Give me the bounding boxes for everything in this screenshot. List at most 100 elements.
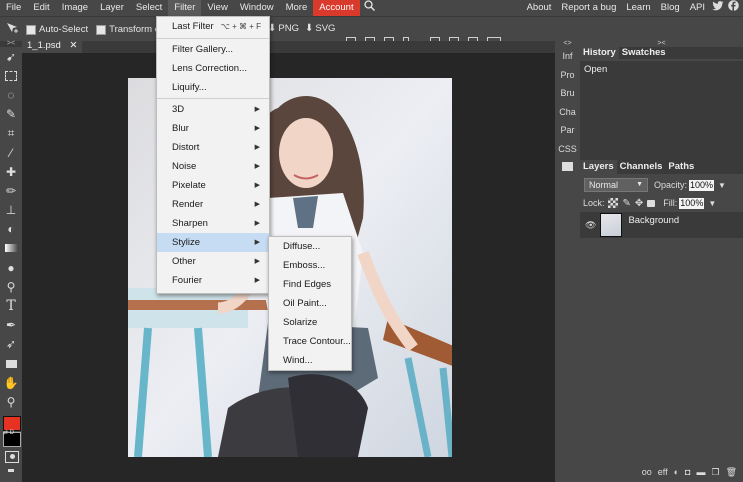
link-report-bug[interactable]: Report a bug — [556, 0, 621, 16]
menu-file[interactable]: File — [0, 0, 27, 16]
tab-channels[interactable]: Channels — [617, 160, 666, 174]
menu-item-render[interactable]: Render ▶ — [157, 195, 269, 214]
zoom-icon[interactable]: ⚲ — [0, 392, 22, 411]
swap-colors-icon[interactable]: ⇄ D — [3, 429, 14, 436]
magic-wand-icon[interactable]: ✎ — [0, 105, 22, 124]
menu-item-noise[interactable]: Noise ▶ — [157, 157, 269, 176]
menu-item-liquify[interactable]: Liquify... — [157, 78, 269, 97]
auto-select-checkbox[interactable] — [26, 24, 36, 35]
path-select-icon[interactable]: ➶ — [0, 335, 22, 354]
rectangle-icon[interactable] — [0, 354, 22, 373]
history-item[interactable]: Open — [580, 61, 743, 78]
tab-layers[interactable]: Layers — [580, 160, 617, 174]
info-panel-button[interactable]: Inf — [555, 47, 580, 66]
tab-swatches[interactable]: Swatches — [619, 47, 669, 59]
transform-controls-checkbox[interactable] — [96, 24, 107, 35]
menu-item-oil-paint[interactable]: Oil Paint... — [269, 294, 351, 313]
trash-icon[interactable]: 🗑 — [726, 467, 737, 478]
brush-panel-button[interactable]: Bru — [555, 84, 580, 103]
menu-item-solarize[interactable]: Solarize — [269, 313, 351, 332]
new-layer-icon[interactable]: ❐ — [711, 467, 719, 478]
paragraph-panel-button[interactable]: Par — [555, 121, 580, 140]
brush-icon[interactable]: ✏ — [0, 181, 22, 200]
menu-account[interactable]: Account — [313, 0, 360, 16]
menu-item-lens-correction[interactable]: Lens Correction... — [157, 59, 269, 78]
link-layers-icon[interactable]: oo — [642, 467, 652, 477]
lock-paint-icon[interactable]: ✎ — [623, 198, 631, 209]
menu-item-sharpen[interactable]: Sharpen ▶ — [157, 214, 269, 233]
layer-effects-icon[interactable]: eff — [658, 467, 668, 477]
document-tab[interactable]: 1_1.psd ✕ — [22, 39, 83, 53]
gradient-icon[interactable] — [0, 239, 22, 258]
css-panel-button[interactable]: CSS — [555, 140, 580, 159]
menu-item-emboss[interactable]: Emboss... — [269, 256, 351, 275]
menu-view[interactable]: View — [201, 0, 233, 16]
menu-window[interactable]: Window — [234, 0, 280, 16]
properties-panel-button[interactable]: Pro — [555, 66, 580, 85]
fill-input[interactable]: 100% — [679, 197, 705, 209]
fill-dropdown-icon[interactable]: ▼ — [708, 199, 716, 208]
menu-filter[interactable]: Filter — [168, 0, 202, 16]
screen-mode-icon[interactable] — [8, 469, 14, 472]
eraser-icon[interactable]: ◐ — [0, 220, 22, 239]
menu-layer[interactable]: Layer — [94, 0, 130, 16]
lock-transparency-icon[interactable] — [607, 198, 618, 208]
eye-icon[interactable]: 👁 — [585, 220, 596, 231]
layer-name[interactable]: Background — [628, 215, 679, 226]
image-panel-icon[interactable] — [555, 158, 580, 177]
menu-item-3d[interactable]: 3D ▶ — [157, 100, 269, 119]
menu-item-find-edges[interactable]: Find Edges — [269, 275, 351, 294]
character-panel-button[interactable]: Cha — [555, 103, 580, 122]
folder-icon[interactable]: ▬ — [696, 467, 705, 477]
menu-item-filter-gallery[interactable]: Filter Gallery... — [157, 40, 269, 59]
menu-item-distort[interactable]: Distort ▶ — [157, 138, 269, 157]
eyedropper-icon[interactable]: ⁄ — [0, 143, 22, 162]
menu-more[interactable]: More — [280, 0, 314, 16]
layer-row[interactable]: 👁 Background — [580, 212, 743, 238]
menu-item-diffuse[interactable]: Diffuse... — [269, 237, 351, 256]
marquee-icon[interactable] — [0, 66, 22, 85]
blend-mode-select[interactable]: Normal ▼ — [584, 178, 648, 192]
opacity-dropdown-icon[interactable]: ▼ — [718, 181, 726, 190]
stamp-icon[interactable]: ⊥ — [0, 201, 22, 220]
export-svg-icon[interactable]: ⬇ — [305, 23, 313, 34]
facebook-icon[interactable] — [726, 0, 743, 16]
menu-image[interactable]: Image — [56, 0, 94, 16]
link-about[interactable]: About — [522, 0, 557, 16]
link-api[interactable]: API — [685, 0, 710, 16]
dodge-icon[interactable]: ⚲ — [0, 277, 22, 296]
link-blog[interactable]: Blog — [656, 0, 685, 16]
move-icon[interactable]: ➹ — [0, 47, 22, 66]
export-svg-button[interactable]: SVG — [315, 23, 335, 34]
menu-item-stylize[interactable]: Stylize ▶ — [157, 233, 269, 252]
opacity-input[interactable]: 100% — [689, 179, 715, 191]
quick-mask-icon[interactable] — [5, 451, 19, 463]
mask-icon[interactable]: ◘ — [685, 467, 690, 477]
pen-icon[interactable]: ✒ — [0, 316, 22, 335]
move-tool-icon[interactable] — [6, 22, 20, 37]
menu-item-pixelate[interactable]: Pixelate ▶ — [157, 176, 269, 195]
lock-move-icon[interactable]: ✥ — [635, 198, 643, 209]
menu-item-wind[interactable]: Wind... — [269, 351, 351, 370]
healing-icon[interactable]: ✚ — [0, 162, 22, 181]
menu-edit[interactable]: Edit — [27, 0, 55, 16]
tab-paths[interactable]: Paths — [665, 160, 697, 174]
blur-icon[interactable]: ● — [0, 258, 22, 277]
menu-select[interactable]: Select — [130, 0, 168, 16]
menu-item-trace-contour[interactable]: Trace Contour... — [269, 332, 351, 351]
menu-item-blur[interactable]: Blur ▶ — [157, 119, 269, 138]
close-tab-icon[interactable]: ✕ — [69, 40, 77, 51]
menu-item-fourier[interactable]: Fourier ▶ — [157, 271, 269, 290]
tab-history[interactable]: History — [580, 47, 619, 59]
adjustment-icon[interactable]: ◐ — [674, 467, 679, 477]
hand-icon[interactable]: ✋ — [0, 373, 22, 392]
lasso-icon[interactable]: ◌ — [0, 85, 22, 104]
twitter-icon[interactable] — [710, 0, 726, 16]
export-png-button[interactable]: PNG — [278, 23, 299, 34]
search-icon[interactable] — [360, 0, 379, 16]
menu-item-last-filter[interactable]: Last Filter ⌥ + ⌘ + F — [157, 17, 269, 37]
crop-icon[interactable]: ⌗ — [0, 124, 22, 143]
type-icon[interactable]: T — [0, 296, 22, 315]
menu-item-other[interactable]: Other ▶ — [157, 252, 269, 271]
lock-all-icon[interactable] — [647, 199, 656, 207]
